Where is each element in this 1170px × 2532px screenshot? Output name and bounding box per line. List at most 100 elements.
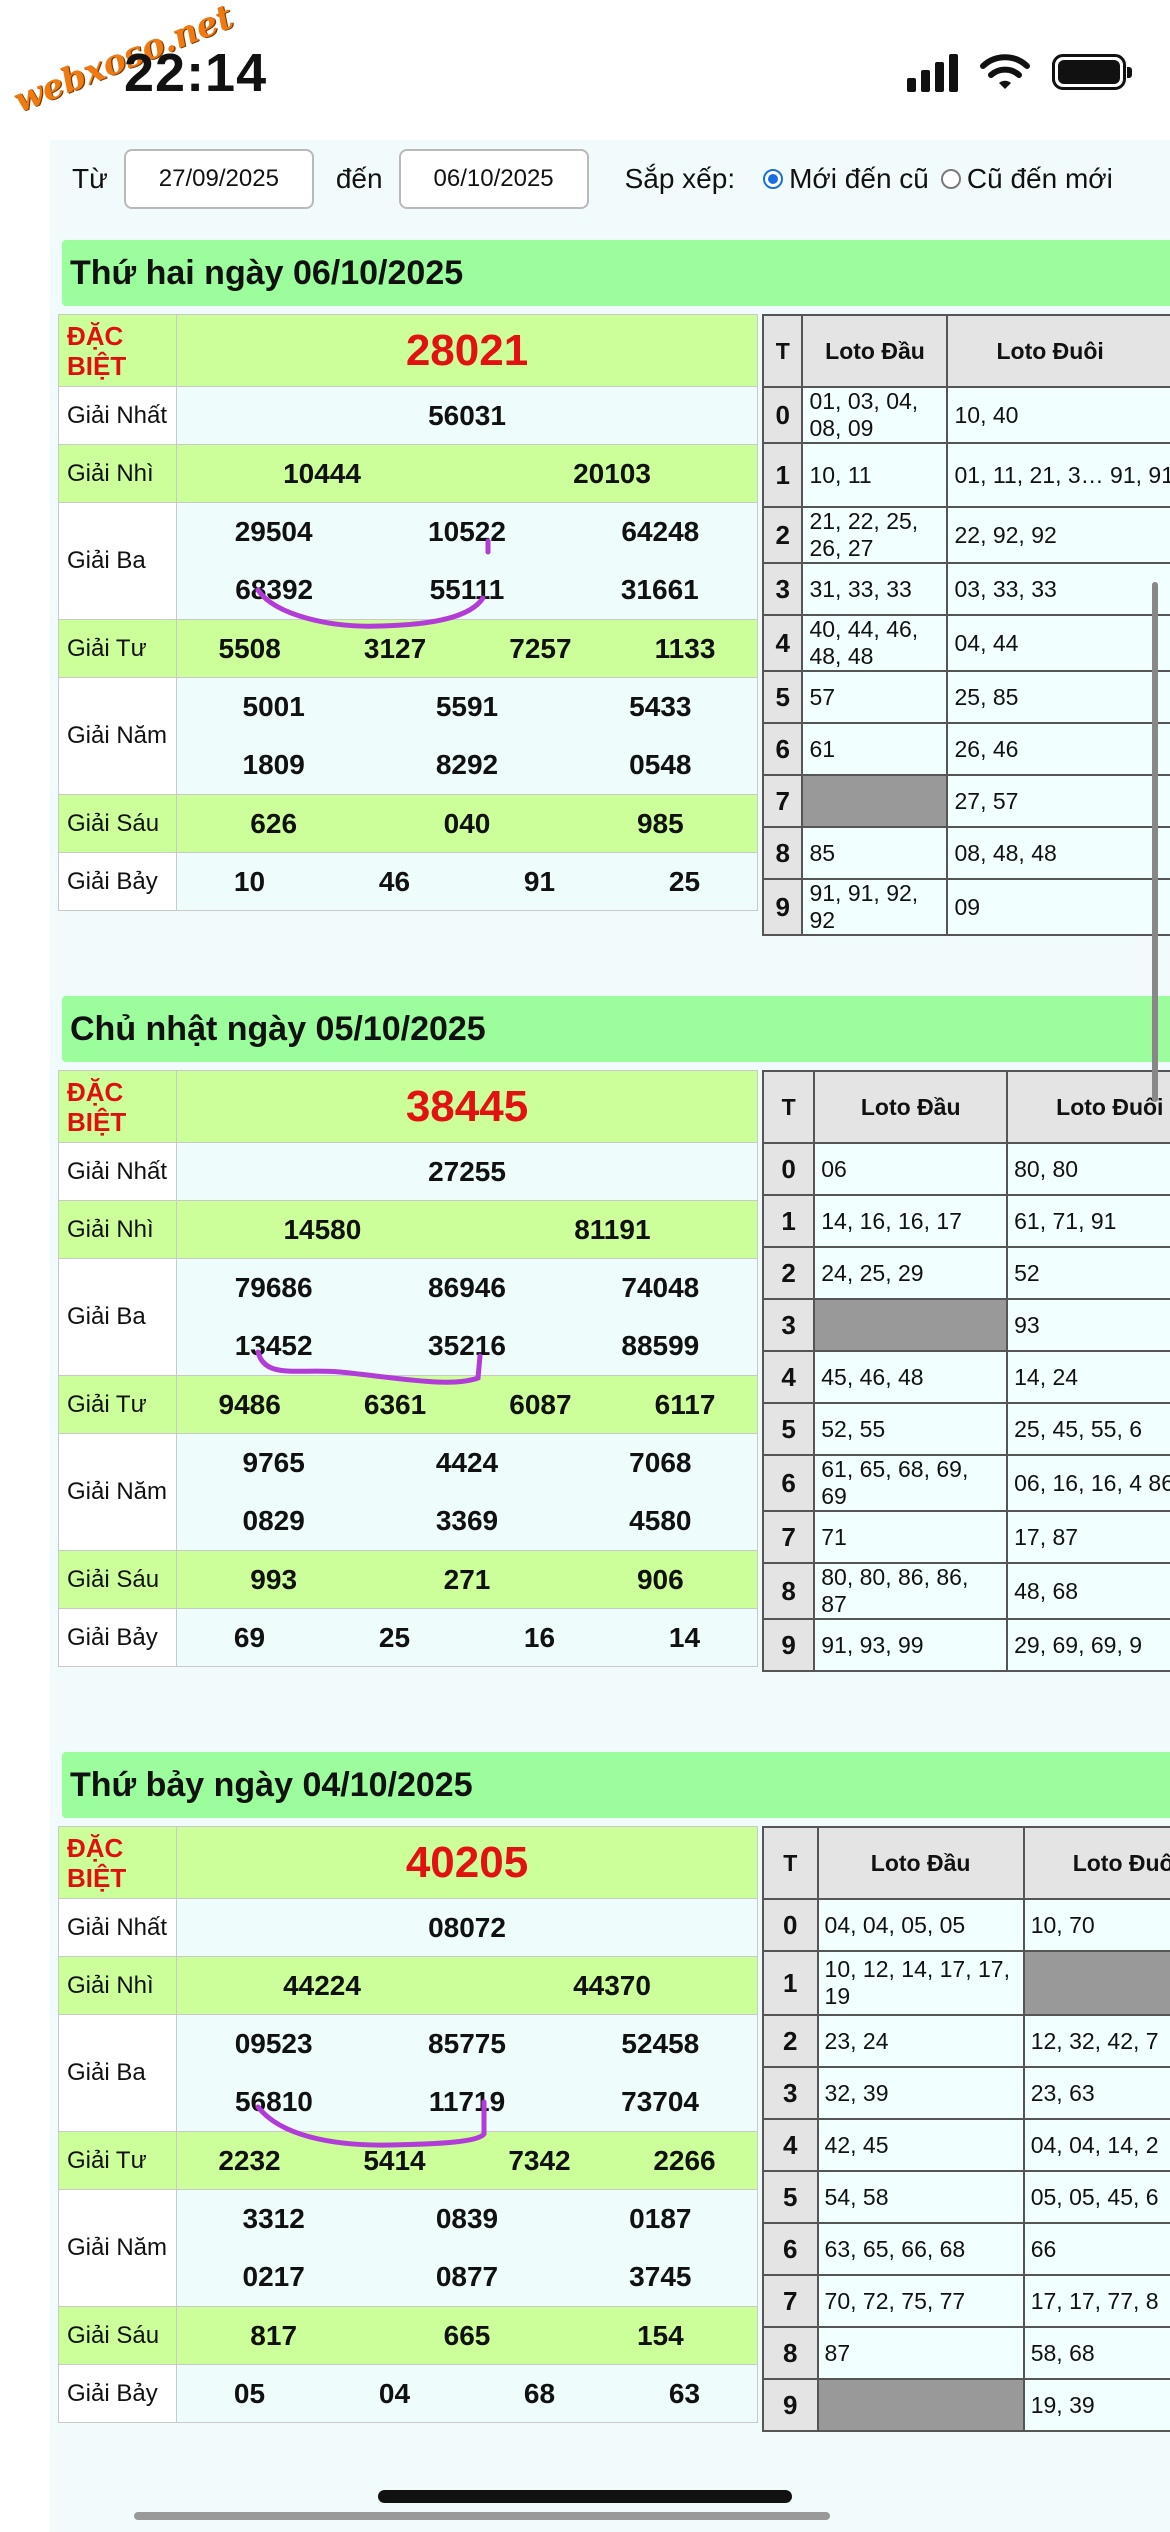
prize-number: 55111 [429, 574, 505, 605]
prize-number: 31661 [620, 574, 699, 605]
prize-table: ĐẶC BIỆT 28021 Giải Nhất 56031 Giải Nhì … [58, 314, 758, 911]
loto-dau-cell: 45, 46, 48 [813, 1350, 1009, 1404]
prize-number: 91 [523, 865, 556, 897]
prize-number: 14580 [283, 1213, 362, 1245]
loto-digit: 5 [761, 670, 804, 724]
loto-row: 1 10, 12, 14, 17, 17, 19 [762, 1950, 1170, 2016]
prize-label: Giải Nhất [58, 386, 177, 445]
loto-dau-cell: 85 [801, 826, 949, 880]
loto-digit: 3 [761, 562, 804, 616]
loto-row: 5 57 25, 85 [761, 670, 1170, 724]
horizontal-scrollbar[interactable] [134, 2512, 830, 2520]
prize-number: 2266 [653, 2144, 716, 2176]
prize-label: Giải Nhất [58, 1898, 177, 1957]
loto-duoi-cell: 09 [946, 878, 1170, 936]
prize-number: 985 [636, 807, 684, 839]
prize-number: 25 [668, 865, 701, 897]
loto-row: 5 54, 58 05, 05, 45, 6 [762, 2170, 1170, 2224]
prize-number: 665 [443, 2319, 491, 2351]
prize-label: Giải Sáu [58, 794, 177, 853]
battery-icon [1052, 54, 1132, 90]
loto-digit: 8 [761, 826, 804, 880]
date-filter-bar: Từ 27/09/2025 đến 06/10/2025 Sắp xếp: Mớ… [72, 148, 1113, 210]
loto-duoi-cell: 01, 11, 21, 3… 91, 91 [946, 442, 1170, 508]
prize-number: 154 [636, 2319, 684, 2351]
loto-row: 9 19, 39 [762, 2378, 1170, 2432]
loto-row: 5 52, 55 25, 45, 55, 6 [761, 1402, 1170, 1456]
loto-header-t: T [761, 1070, 816, 1144]
loto-digit: 2 [761, 506, 804, 564]
loto-duoi-cell: 10, 40 [946, 386, 1170, 444]
loto-digit: 4 [761, 614, 804, 672]
prize-number: 10 [233, 865, 266, 897]
prize-number: 0187 [629, 2203, 692, 2234]
loto-digit: 0 [762, 1898, 819, 1952]
prize-label-special: ĐẶC BIỆT [58, 1826, 177, 1899]
loto-row: 9 91, 91, 92, 92 09 [761, 878, 1170, 936]
loto-dau-cell: 80, 80, 86, 86, 87 [813, 1562, 1009, 1620]
loto-row: 6 63, 65, 66, 68 66 [762, 2222, 1170, 2276]
loto-dau-cell: 10, 12, 14, 17, 17, 19 [816, 1950, 1025, 2016]
to-date-input[interactable]: 06/10/2025 [398, 149, 589, 209]
loto-row: 7 71 17, 87 [761, 1510, 1170, 1564]
vertical-scrollbar[interactable] [1152, 582, 1158, 1102]
loto-dau-cell: 01, 03, 04, 08, 09 [801, 386, 949, 444]
prize-label: Giải Bảy [58, 852, 177, 911]
radio-selected-icon [763, 169, 784, 189]
sort-oldest-first-radio[interactable]: Cũ đến mới [940, 163, 1113, 195]
prize-label-special: ĐẶC BIỆT [58, 1070, 177, 1143]
loto-duoi-cell: 22, 92, 92 [946, 506, 1170, 564]
loto-row: 2 24, 25, 29 52 [761, 1246, 1170, 1300]
prize-label: Giải Tư [58, 619, 177, 678]
loto-duoi-cell: 08, 48, 48 [946, 826, 1170, 880]
prize-number: 16 [523, 1621, 556, 1653]
prize-number: 626 [250, 807, 298, 839]
loto-digit: 9 [761, 1618, 816, 1672]
prize-number: 27255 [428, 1155, 506, 1187]
loto-row: 3 31, 33, 33 03, 33, 33 [761, 562, 1170, 616]
loto-row: 4 42, 45 04, 04, 14, 2 [762, 2118, 1170, 2172]
loto-duoi-cell: 80, 80 [1006, 1142, 1170, 1196]
loto-dau-cell: 61 [801, 722, 949, 776]
loto-digit: 3 [761, 1298, 816, 1352]
prize-number: 85775 [428, 2028, 506, 2059]
special-prize-number: 28021 [405, 325, 529, 375]
loto-row: 7 70, 72, 75, 77 17, 17, 77, 8 [762, 2274, 1170, 2328]
from-date-input[interactable]: 27/09/2025 [123, 149, 314, 209]
loto-digit: 6 [761, 1454, 816, 1512]
loto-dau-cell: 52, 55 [813, 1402, 1009, 1456]
prize-label: Giải Nhất [58, 1142, 177, 1201]
prize-number: 29504 [234, 516, 313, 547]
loto-digit: 1 [761, 1194, 816, 1248]
loto-row: 2 21, 22, 25, 26, 27 22, 92, 92 [761, 506, 1170, 564]
prize-number: 0217 [242, 2261, 305, 2292]
prize-number: 7342 [508, 2144, 571, 2176]
special-prize-number: 40205 [405, 1837, 529, 1887]
home-indicator[interactable] [378, 2490, 792, 2503]
loto-header-dau: Loto Đầu [816, 1826, 1025, 1900]
loto-table: T Loto Đầu Loto Đuôi 0 04, 04, 05, 05 10… [762, 1826, 1170, 2432]
loto-digit: 2 [762, 2014, 819, 2068]
prize-label: Giải Năm [58, 1433, 177, 1551]
loto-duoi-cell: 05, 05, 45, 6 [1022, 2170, 1170, 2224]
from-label: Từ [72, 163, 108, 194]
loto-row: 0 06 80, 80 [761, 1142, 1170, 1196]
prize-number: 9486 [218, 1388, 281, 1420]
prize-number: 6361 [363, 1388, 427, 1420]
prize-number: 5433 [629, 691, 692, 722]
prize-number: 46 [378, 865, 411, 897]
loto-dau-cell: 70, 72, 75, 77 [816, 2274, 1025, 2328]
loto-dau-cell: 32, 39 [816, 2066, 1025, 2120]
loto-header-dau: Loto Đầu [801, 314, 949, 388]
prize-number: 1133 [654, 632, 716, 664]
prize-number: 6117 [654, 1388, 716, 1420]
prize-label: Giải Ba [58, 502, 177, 620]
loto-digit: 4 [762, 2118, 819, 2172]
prize-number: 5414 [363, 2144, 426, 2176]
loto-digit: 5 [761, 1402, 816, 1456]
loto-dau-cell: 40, 44, 46, 48, 48 [801, 614, 949, 672]
sort-newest-first-radio[interactable]: Mới đến cũ [763, 163, 929, 195]
loto-digit: 9 [762, 2378, 819, 2432]
prize-number: 56810 [234, 2086, 313, 2117]
prize-number: 44224 [283, 1969, 361, 2001]
